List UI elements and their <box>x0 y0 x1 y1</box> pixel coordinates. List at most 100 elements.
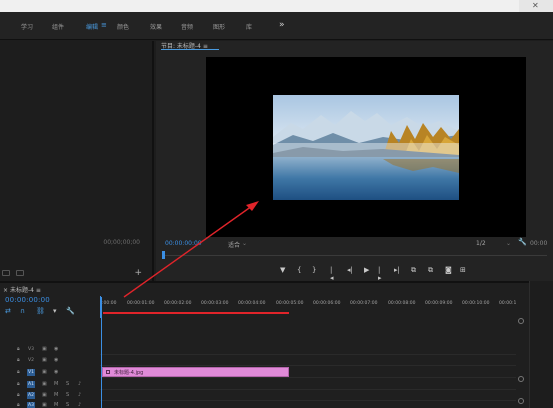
track-name-a2[interactable]: A2 <box>27 392 35 399</box>
panel-menu-icon[interactable]: ≡ <box>36 287 41 294</box>
source-timecode: 00;00;00;00 <box>103 239 140 246</box>
microphone-icon[interactable]: ♪ <box>78 392 81 398</box>
eye-icon[interactable]: ◉ <box>54 346 58 352</box>
microphone-icon[interactable]: ♪ <box>78 402 81 408</box>
vertical-zoom-scrollbar[interactable] <box>517 318 525 408</box>
lock-icon[interactable]: 🔒︎ <box>17 402 20 408</box>
add-button[interactable]: + <box>134 268 142 278</box>
sync-lock-icon[interactable]: ▣ <box>42 369 47 375</box>
mark-in-button[interactable]: { <box>297 266 301 274</box>
mute-button[interactable]: M <box>54 381 58 387</box>
ruler-tick: 00:00:07:00 <box>350 301 378 306</box>
tab-timeline-sequence[interactable]: × 未标题-4 ≡ <box>3 285 41 294</box>
workspace-tab-color[interactable]: 颜色 <box>117 22 129 31</box>
scroll-handle[interactable] <box>518 398 524 404</box>
add-marker-icon[interactable]: ▾ <box>53 307 57 315</box>
add-marker-button[interactable]: ▼ <box>280 266 285 274</box>
program-scrub-bar[interactable] <box>162 251 547 259</box>
track-row-a1[interactable] <box>100 380 516 390</box>
ruler-tick: 00:00:02:00 <box>164 301 192 306</box>
go-to-in-button[interactable]: |◂ <box>330 266 334 282</box>
lock-icon[interactable]: 🔒︎ <box>17 346 20 352</box>
scrub-track <box>162 255 547 256</box>
close-button[interactable]: ✕ <box>519 0 553 12</box>
video-frame-image <box>273 95 459 200</box>
track-header-v1: 🔒︎ V1 ▣ ◉ <box>0 368 100 378</box>
track-row-v3[interactable] <box>100 345 516 355</box>
playhead-handle[interactable] <box>162 251 165 259</box>
workspaces-bar: 学习 组件 编辑 ≡ 颜色 效果 音频 图形 库 » <box>0 12 553 40</box>
track-name-v3[interactable]: V3 <box>27 346 35 353</box>
linked-selection-icon[interactable]: ⛓ <box>36 307 45 315</box>
track-header-a1: 🔒︎ A1 ▣ M S ♪ <box>0 380 100 390</box>
lock-icon[interactable]: 🔒︎ <box>17 392 20 398</box>
image-clip[interactable]: 未标题-4.jpg <box>102 367 289 377</box>
button-editor-button[interactable]: ⊞ <box>460 266 466 274</box>
workspace-tab-learn[interactable]: 学习 <box>21 22 33 31</box>
scroll-handle[interactable] <box>518 318 524 324</box>
lock-icon[interactable]: 🔒︎ <box>17 357 20 363</box>
snap-icon[interactable]: ∩ <box>20 307 25 315</box>
workspace-menu-icon[interactable]: ≡ <box>101 21 107 29</box>
track-header-a2: 🔒︎ A2 ▣ M S ♪ <box>0 391 100 401</box>
more-workspaces-icon[interactable]: » <box>279 20 285 30</box>
chevron-down-icon: ⌄ <box>242 240 248 247</box>
program-video-canvas[interactable] <box>206 57 526 237</box>
workspace-tab-audio[interactable]: 音频 <box>181 22 193 31</box>
solo-button[interactable]: S <box>66 392 69 398</box>
work-area-bar[interactable] <box>103 312 289 314</box>
eye-icon[interactable]: ◉ <box>54 369 58 375</box>
ruler-tick: 00:00:08:00 <box>388 301 416 306</box>
track-name-v1[interactable]: V1 <box>27 369 35 376</box>
step-forward-button[interactable]: |▸ <box>378 266 382 282</box>
track-name-v2[interactable]: V2 <box>27 357 35 364</box>
mark-out-button[interactable]: } <box>312 266 316 274</box>
track-name-a1[interactable]: A1 <box>27 381 35 388</box>
program-duration-timecode: 00:00 <box>530 240 548 247</box>
active-tab-underline <box>161 49 219 50</box>
workspace-tab-effects[interactable]: 效果 <box>150 22 162 31</box>
eye-icon[interactable]: ◉ <box>54 357 58 363</box>
close-sequence-icon[interactable]: × <box>3 287 8 294</box>
playhead-line[interactable] <box>101 297 102 408</box>
workspace-tab-libraries[interactable]: 库 <box>246 22 252 31</box>
time-ruler[interactable]: :00:00 00:00:01:00 00:00:02:00 00:00:03:… <box>100 296 528 318</box>
solo-button[interactable]: S <box>66 402 69 408</box>
mute-button[interactable]: M <box>54 402 58 408</box>
timeline-timecode[interactable]: 00:00:00:00 <box>5 296 50 304</box>
lock-icon[interactable]: 🔒︎ <box>17 381 20 387</box>
scroll-handle[interactable] <box>518 376 524 382</box>
workspace-tab-editing[interactable]: 编辑 <box>86 22 98 31</box>
lift-button[interactable]: ⧉ <box>411 266 416 275</box>
microphone-icon[interactable]: ♪ <box>78 381 81 387</box>
track-row-v2[interactable] <box>100 356 516 366</box>
chevron-down-icon: ⌄ <box>506 240 512 247</box>
mute-button[interactable]: M <box>54 392 58 398</box>
settings-wrench-icon[interactable]: 🔧 <box>518 238 527 246</box>
track-header-v2: 🔒︎ V2 ▣ ◉ <box>0 356 100 366</box>
track-name-a3[interactable]: A3 <box>27 402 35 408</box>
audio-meter-panel <box>529 281 553 408</box>
step-back-button[interactable]: ◂| <box>347 266 353 274</box>
playback-resolution-select[interactable]: 1/2 <box>476 240 486 247</box>
go-to-out-button[interactable]: ▸| <box>394 266 400 274</box>
timeline-tracks-area[interactable]: 未标题-4.jpg <box>100 318 516 408</box>
export-frame-button[interactable]: ◙ <box>445 266 452 274</box>
solo-button[interactable]: S <box>66 381 69 387</box>
list-view-icon[interactable] <box>2 270 10 276</box>
sync-lock-icon[interactable]: ▣ <box>42 402 47 408</box>
play-button[interactable]: ▶ <box>364 266 369 274</box>
nest-toggle-icon[interactable]: ⇄ <box>5 307 11 315</box>
program-current-timecode[interactable]: 00:00:00:00 <box>165 240 202 247</box>
sync-lock-icon[interactable]: ▣ <box>42 381 47 387</box>
sync-lock-icon[interactable]: ▣ <box>42 346 47 352</box>
lock-icon[interactable]: 🔒︎ <box>17 369 20 375</box>
icon-view-icon[interactable] <box>16 270 24 276</box>
workspace-tab-graphics[interactable]: 图形 <box>213 22 225 31</box>
track-row-a2[interactable] <box>100 391 516 401</box>
sync-lock-icon[interactable]: ▣ <box>42 357 47 363</box>
extract-button[interactable]: ⧉ <box>428 266 433 275</box>
timeline-settings-icon[interactable]: 🔧 <box>66 307 75 315</box>
sync-lock-icon[interactable]: ▣ <box>42 392 47 398</box>
workspace-tab-assembly[interactable]: 组件 <box>52 22 64 31</box>
